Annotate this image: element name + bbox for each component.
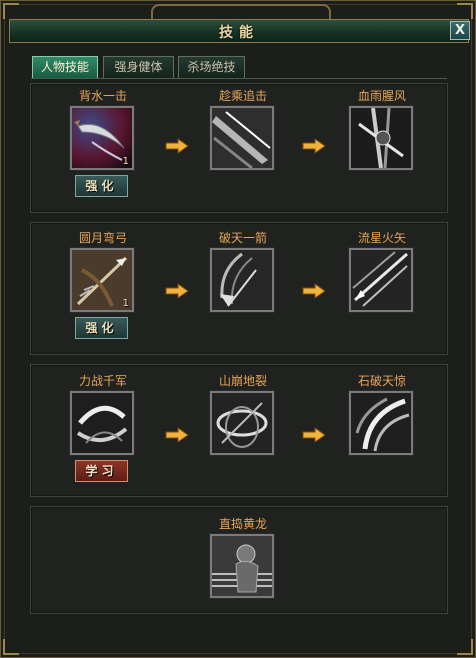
tab-body-training[interactable]: 强身健体 [103,56,174,78]
skill-level: 1 [122,298,129,309]
arrow-right-icon [302,138,326,154]
corner-ornament [457,3,473,19]
skill-name: 直捣黄龙 [218,517,267,531]
tab-battlefield-skills[interactable]: 杀场绝技 [178,56,245,78]
skill-name: 背水一击 [78,89,127,103]
skill-name: 圆月弯弓 [78,231,127,245]
skill-chain-panel-1: 背水一击 1 强化 趁乘追击 血雨腥风 [30,83,448,213]
bow-arrow-icon[interactable]: 1 [69,247,135,313]
corner-ornament [457,639,473,655]
earth-split-icon[interactable] [209,390,275,456]
skill-name: 石破天惊 [357,374,406,388]
skill-name: 流星火矢 [357,231,406,245]
skill-slot: 直捣黄龙 [203,516,283,599]
skill-slot: 破天一箭 [203,230,283,313]
skill-name: 趁乘追击 [218,89,267,103]
skill-name: 力战千军 [78,374,127,388]
learn-button[interactable]: 学习 [75,460,128,482]
skill-slot: 山崩地裂 [203,373,283,456]
arrow-right-icon [302,283,326,299]
skill-slot: 力战千军 学习 [63,373,143,482]
blade-storm-icon[interactable] [348,105,414,171]
skill-slot: 背水一击 1 强化 [63,88,143,197]
arrow-right-icon [165,283,189,299]
tab-divider [31,78,447,79]
shattering-strike-icon[interactable] [348,390,414,456]
skill-slot: 流星火矢 [342,230,422,313]
window-title: 技能 [219,25,259,41]
skill-chain-panel-4: 直捣黄龙 [30,506,448,614]
whirlwind-slash-icon[interactable] [69,390,135,456]
slash-streak-icon[interactable] [209,105,275,171]
tab-character-skills[interactable]: 人物技能 [32,56,98,78]
skill-slot: 血雨腥风 [342,88,422,171]
meteor-arrows-icon[interactable] [348,247,414,313]
arrow-right-icon [165,138,189,154]
skill-chain-panel-3: 力战千军 学习 山崩地裂 石破天惊 [30,364,448,497]
skill-level: 1 [122,156,129,167]
skill-chain-panel-2: 圆月弯弓 1 强化 破天一箭 流星火矢 [30,222,448,355]
enhance-button[interactable]: 强化 [75,317,128,339]
curved-blade-icon[interactable]: 1 [69,105,135,171]
skill-slot: 圆月弯弓 1 强化 [63,230,143,339]
dragon-charge-icon[interactable] [209,533,275,599]
title-ornament [151,4,331,20]
skill-slot: 石破天惊 [342,373,422,456]
corner-ornament [3,3,19,19]
enhance-button[interactable]: 强化 [75,175,128,197]
arrow-right-icon [302,427,326,443]
close-button[interactable]: X [450,21,470,40]
skill-name: 破天一箭 [218,231,267,245]
skill-slot: 趁乘追击 [203,88,283,171]
corner-ornament [3,639,19,655]
title-bar[interactable]: 技能 [9,19,469,43]
skill-name: 血雨腥风 [357,89,406,103]
arrow-right-icon [165,427,189,443]
sky-piercing-arrow-icon[interactable] [209,247,275,313]
skill-window: 技能 X 人物技能 强身健体 杀场绝技 背水一击 1 强化 趁乘追击 血雨腥风 … [0,0,476,658]
skill-name: 山崩地裂 [218,374,267,388]
